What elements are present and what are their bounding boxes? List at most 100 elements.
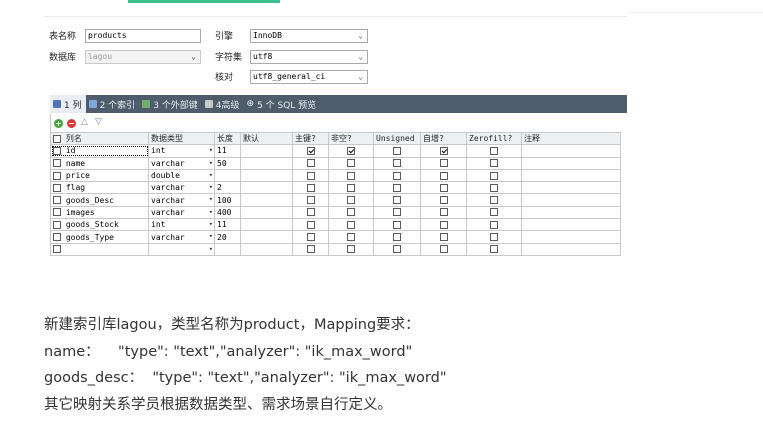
chevron-down-icon[interactable]: ▾ [209, 170, 213, 180]
pk-checkbox[interactable] [306, 233, 315, 242]
table-row[interactable]: name varchar ▾ 50 [50, 156, 621, 170]
pk-checkbox[interactable] [306, 245, 315, 254]
cell-length[interactable]: 2 [214, 181, 241, 195]
cell-length[interactable] [214, 242, 241, 256]
pk-checkbox[interactable] [306, 220, 315, 229]
cell-comment[interactable] [521, 205, 621, 220]
row-select-checkbox[interactable] [53, 159, 61, 168]
chevron-down-icon[interactable]: ▾ [209, 183, 213, 193]
move-down-icon[interactable]: ▽ [95, 117, 102, 127]
cell-data-type[interactable]: int ▾ [148, 144, 215, 158]
autoinc-checkbox[interactable] [439, 171, 448, 180]
unsigned-checkbox[interactable] [393, 233, 401, 242]
zerofill-checkbox[interactable] [490, 146, 498, 155]
cell-data-type[interactable]: ▾ [148, 242, 215, 256]
tab-sql-preview[interactable]: ⊕ 5 个 SQL 预览 [244, 95, 321, 113]
table-row[interactable]: price double ▾ [50, 168, 621, 183]
zerofill-checkbox[interactable] [490, 208, 498, 217]
table-name-input[interactable]: products [85, 29, 201, 43]
cell-length[interactable]: 11 [214, 144, 241, 158]
cell-default[interactable] [240, 181, 293, 195]
cell-comment[interactable] [521, 193, 621, 207]
cell-length[interactable]: 20 [214, 230, 241, 244]
chevron-down-icon[interactable]: ▾ [209, 220, 213, 230]
table-row[interactable]: flag varchar ▾ 2 [50, 181, 621, 195]
cell-column-name[interactable]: goods_Desc [50, 193, 149, 207]
table-row[interactable]: goods_Desc varchar ▾ 100 [50, 193, 621, 207]
cell-comment[interactable] [521, 242, 621, 256]
cell-default[interactable] [240, 205, 293, 220]
cell-default[interactable] [240, 218, 293, 232]
autoinc-checkbox[interactable] [439, 245, 448, 254]
cell-length[interactable]: 400 [214, 205, 241, 220]
row-select-checkbox[interactable] [53, 220, 61, 229]
autoinc-checkbox[interactable] [439, 159, 448, 168]
zerofill-checkbox[interactable] [490, 183, 498, 192]
zerofill-checkbox[interactable] [490, 171, 498, 180]
cell-data-type[interactable]: varchar ▾ [148, 181, 215, 195]
zerofill-checkbox[interactable] [490, 196, 498, 205]
cell-column-name[interactable] [50, 242, 149, 256]
cell-column-name[interactable]: flag [50, 181, 149, 195]
engine-select[interactable]: InnoDB ⌄ [250, 29, 368, 43]
chevron-down-icon[interactable]: ▾ [209, 232, 213, 242]
cell-comment[interactable] [521, 230, 621, 244]
unsigned-checkbox[interactable] [393, 183, 401, 192]
cell-default[interactable] [240, 193, 293, 207]
autoinc-checkbox[interactable] [439, 233, 448, 242]
cell-length[interactable]: 50 [214, 156, 241, 170]
row-select-checkbox[interactable] [53, 146, 61, 155]
cell-comment[interactable] [521, 218, 621, 232]
unsigned-checkbox[interactable] [393, 146, 401, 155]
cell-default[interactable] [240, 156, 293, 170]
cell-comment[interactable] [521, 168, 621, 183]
pk-checkbox[interactable] [306, 196, 315, 205]
pk-checkbox[interactable] [306, 208, 315, 217]
autoinc-checkbox[interactable] [439, 208, 448, 217]
chevron-down-icon[interactable]: ▾ [209, 195, 213, 205]
cell-data-type[interactable]: varchar ▾ [148, 205, 215, 220]
move-up-icon[interactable]: △ [81, 117, 88, 127]
tab-foreign-keys[interactable]: 3 个外部键 [139, 95, 202, 113]
zerofill-checkbox[interactable] [490, 220, 498, 229]
notnull-checkbox[interactable] [347, 183, 355, 192]
notnull-checkbox[interactable] [347, 208, 355, 217]
row-select-checkbox[interactable] [53, 245, 61, 254]
unsigned-checkbox[interactable] [393, 159, 401, 168]
table-row[interactable]: id int ▾ 11 [50, 144, 621, 158]
chevron-down-icon[interactable]: ▾ [209, 244, 213, 254]
row-select-checkbox[interactable] [53, 233, 61, 242]
cell-data-type[interactable]: varchar ▾ [148, 230, 215, 244]
cell-comment[interactable] [521, 156, 621, 170]
cell-column-name[interactable]: id [50, 144, 149, 158]
cell-comment[interactable] [521, 181, 621, 195]
notnull-checkbox[interactable] [347, 171, 355, 180]
pk-checkbox[interactable] [306, 159, 315, 168]
cell-column-name[interactable]: images [50, 205, 149, 220]
zerofill-checkbox[interactable] [490, 233, 498, 242]
cell-length[interactable] [214, 168, 241, 183]
notnull-checkbox[interactable] [347, 196, 355, 205]
table-row[interactable]: goods_Stock int ▾ 11 [50, 218, 621, 232]
autoinc-checkbox[interactable] [439, 183, 448, 192]
row-select-checkbox[interactable] [53, 208, 61, 217]
cell-length[interactable]: 100 [214, 193, 241, 207]
cell-data-type[interactable]: varchar ▾ [148, 156, 215, 170]
charset-select[interactable]: utf8 ⌄ [250, 50, 368, 64]
chevron-down-icon[interactable]: ▾ [209, 146, 213, 156]
notnull-checkbox[interactable] [347, 245, 355, 254]
tab-indexes[interactable]: 2 个索引 [86, 95, 140, 113]
cell-data-type[interactable]: double ▾ [148, 168, 215, 183]
zerofill-checkbox[interactable] [490, 245, 498, 254]
tab-columns[interactable]: 1 列 [50, 95, 86, 113]
pk-checkbox[interactable] [306, 171, 315, 180]
tab-advanced[interactable]: 4高级 [202, 95, 244, 113]
zerofill-checkbox[interactable] [490, 159, 498, 168]
cell-column-name[interactable]: goods_Stock [50, 218, 149, 232]
cell-default[interactable] [240, 242, 293, 256]
pk-checkbox[interactable] [306, 183, 315, 192]
row-select-checkbox[interactable] [53, 183, 61, 192]
database-select[interactable]: lagou ⌄ [85, 50, 201, 64]
row-select-checkbox[interactable] [53, 196, 61, 205]
unsigned-checkbox[interactable] [393, 245, 401, 254]
